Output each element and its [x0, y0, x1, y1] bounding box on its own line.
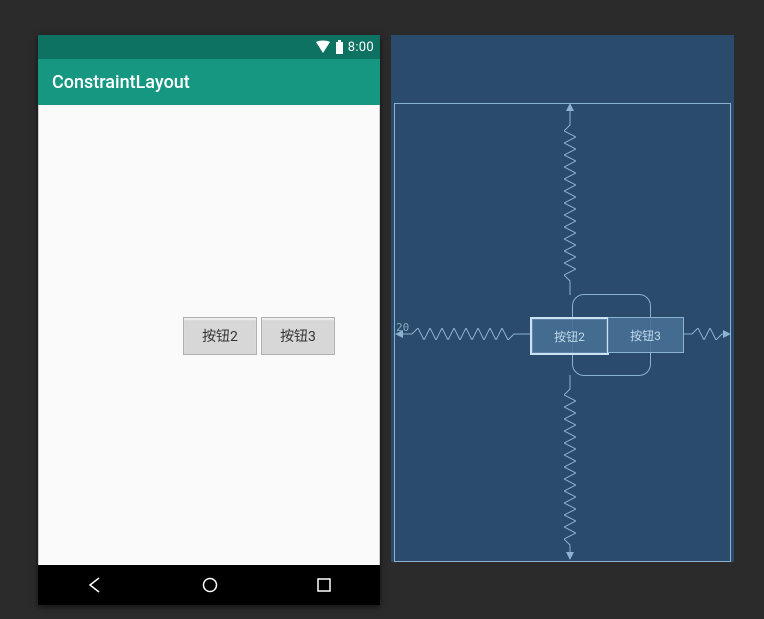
status-time: 8:00: [348, 40, 374, 55]
preview-button-2-label: 按钮2: [202, 326, 238, 346]
navigation-bar: [38, 565, 380, 605]
preview-button-2[interactable]: 按钮2: [183, 317, 257, 355]
wifi-icon: [315, 40, 331, 54]
blueprint-button-3-label: 按钮3: [630, 327, 661, 344]
status-bar: 8:00: [38, 35, 380, 59]
arrow-right-icon: [723, 330, 731, 338]
constraint-left-spring: [396, 328, 530, 340]
margin-left-label: 20: [396, 321, 409, 334]
workspace: 8:00 ConstraintLayout 按钮2 按钮3: [0, 0, 764, 619]
battery-icon: [335, 40, 344, 54]
arrow-down-icon: [566, 552, 574, 560]
blueprint-button-2-label: 按钮2: [554, 328, 585, 345]
blueprint-button-3[interactable]: 按钮3: [608, 317, 684, 353]
app-body[interactable]: 按钮2 按钮3: [38, 105, 380, 565]
arrow-up-icon: [566, 103, 574, 111]
action-bar: ConstraintLayout: [38, 59, 380, 105]
home-icon[interactable]: [201, 576, 219, 594]
preview-button-3[interactable]: 按钮3: [261, 317, 335, 355]
device-preview-panel[interactable]: 8:00 ConstraintLayout 按钮2 按钮3: [38, 35, 380, 605]
back-icon[interactable]: [86, 576, 104, 594]
preview-button-3-label: 按钮3: [280, 326, 316, 346]
constraint-top-spring: [564, 105, 576, 295]
constraint-bottom-spring: [564, 375, 576, 558]
blueprint-button-2[interactable]: 按钮2: [530, 317, 609, 355]
app-title: ConstraintLayout: [52, 72, 190, 93]
blueprint-panel[interactable]: 20 按钮2 按钮3: [391, 35, 734, 562]
recents-icon[interactable]: [316, 577, 332, 593]
